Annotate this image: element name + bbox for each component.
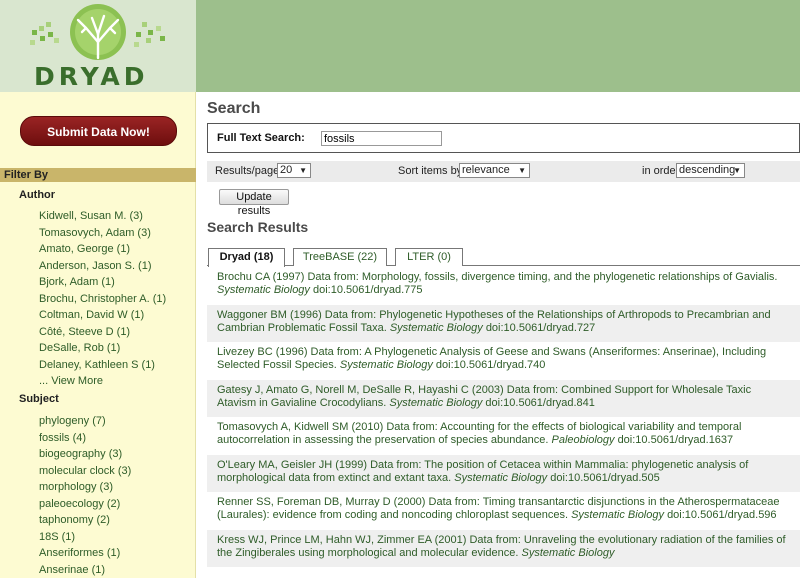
subject-facet-item[interactable]: Anseriformes (1): [39, 545, 131, 562]
logo-wordmark: DRYAD: [34, 62, 149, 91]
result-doi: doi:10.5061/dryad.727: [485, 321, 596, 334]
sort-by-select[interactable]: relevance ▼: [459, 163, 530, 178]
result-item[interactable]: Waggoner BM (1996) Data from: Phylogenet…: [207, 304, 800, 342]
results-per-page-label: Results/page: [215, 165, 280, 177]
author-facet-item[interactable]: Tomasovych, Adam (3): [39, 225, 166, 242]
search-panel: Full Text Search:: [207, 123, 800, 153]
subject-facet-heading: Subject: [19, 393, 59, 405]
order-select[interactable]: descending ▼: [676, 163, 745, 178]
subject-facet-list: phylogeny (7) fossils (4) biogeography (3)…: [39, 413, 131, 578]
result-item[interactable]: O'Leary MA, Geisler JH (1999) Data from:…: [207, 454, 800, 492]
subject-facet-item[interactable]: Anserinae (1): [39, 562, 131, 578]
subject-facet-item[interactable]: morphology (3): [39, 479, 131, 496]
subject-facet-item[interactable]: phylogeny (7): [39, 413, 131, 430]
author-facet-item[interactable]: Delaney, Kathleen S (1): [39, 357, 166, 374]
header: DRYAD: [0, 0, 800, 92]
result-doi: doi:10.5061/dryad.841: [485, 396, 595, 409]
results-per-page-value: 20: [280, 164, 293, 176]
dryad-logo[interactable]: DRYAD: [0, 0, 196, 92]
result-item[interactable]: Renner SS, Foreman DB, Murray D (2000) D…: [207, 492, 800, 530]
subject-facet-item[interactable]: fossils (4): [39, 430, 131, 447]
dropdown-arrow-icon: ▼: [299, 166, 307, 175]
result-doi: doi:10.5061/dryad.1637: [617, 434, 734, 446]
dropdown-arrow-icon: ▼: [733, 166, 741, 175]
result-journal: Systematic Biology: [339, 359, 433, 371]
result-journal: Paleobiology: [551, 434, 615, 446]
search-input[interactable]: [321, 131, 442, 146]
header-banner: [196, 0, 800, 92]
author-facet-item[interactable]: Kidwell, Susan M. (3): [39, 208, 166, 225]
author-facet-item[interactable]: ... View More: [39, 373, 166, 390]
results-tabs: Dryad (18) TreeBASE (22) LTER (0): [207, 248, 800, 267]
result-journal: Systematic Biology: [389, 321, 483, 334]
subject-facet-item[interactable]: molecular clock (3): [39, 463, 131, 480]
result-citation: Kress WJ, Prince LM, Hahn WJ, Zimmer EA …: [217, 533, 786, 559]
author-facet-item[interactable]: Côté, Steeve D (1): [39, 324, 166, 341]
filter-by-heading: Filter By: [0, 168, 196, 182]
result-journal: Systematic Biology: [571, 509, 664, 521]
result-item[interactable]: Kress WJ, Prince LM, Hahn WJ, Zimmer EA …: [207, 529, 800, 567]
sort-by-label: Sort items by: [398, 165, 463, 177]
author-facet-item[interactable]: Coltman, David W (1): [39, 307, 166, 324]
tab-dryad[interactable]: Dryad (18): [208, 248, 285, 267]
tab-treebase[interactable]: TreeBASE (22): [293, 248, 387, 266]
author-facet-item[interactable]: Amato, George (1): [39, 241, 166, 258]
author-facet-heading: Author: [19, 189, 56, 201]
author-facet-item[interactable]: Brochu, Christopher A. (1): [39, 291, 166, 308]
subject-facet-item[interactable]: 18S (1): [39, 529, 131, 546]
result-journal: Systematic Biology: [217, 284, 310, 296]
result-item[interactable]: Gatesy J, Amato G, Norell M, DeSalle R, …: [207, 379, 800, 417]
dropdown-arrow-icon: ▼: [518, 166, 526, 175]
result-journal: Systematic Biology: [389, 396, 483, 409]
result-journal: Systematic Biology: [521, 546, 615, 559]
update-results-button[interactable]: Update results: [219, 189, 289, 217]
result-item[interactable]: Tomasovych A, Kidwell SM (2010) Data fro…: [207, 417, 800, 455]
result-item[interactable]: Brochu CA (1997) Data from: Morphology, …: [207, 267, 800, 305]
order-label: in order: [642, 165, 680, 177]
page-title: Search: [207, 100, 261, 117]
result-doi: doi:10.5061/dryad.596: [667, 509, 777, 521]
author-facet-item[interactable]: DeSalle, Rob (1): [39, 340, 166, 357]
results-list: Brochu CA (1997) Data from: Morphology, …: [207, 267, 800, 567]
result-doi: doi:10.5061/dryad.775: [313, 284, 423, 296]
result-item[interactable]: Livezey BC (1996) Data from: A Phylogene…: [207, 342, 800, 380]
result-citation: Brochu CA (1997) Data from: Morphology, …: [217, 271, 778, 283]
result-journal: Systematic Biology: [454, 471, 548, 484]
order-value: descending: [679, 164, 736, 176]
search-results-heading: Search Results: [207, 219, 309, 235]
subject-facet-item[interactable]: paleoecology (2): [39, 496, 131, 513]
author-facet-item[interactable]: Bjork, Adam (1): [39, 274, 166, 291]
subject-facet-item[interactable]: taphonomy (2): [39, 512, 131, 529]
result-doi: doi:10.5061/dryad.740: [435, 359, 546, 371]
tree-logo-icon: [30, 4, 165, 60]
author-facet-item[interactable]: Anderson, Jason S. (1): [39, 258, 166, 275]
results-per-page-select[interactable]: 20 ▼: [277, 163, 311, 178]
result-doi: doi:10.5061/dryad.505: [550, 471, 660, 484]
tab-lter[interactable]: LTER (0): [395, 248, 463, 266]
sort-by-value: relevance: [462, 164, 510, 176]
author-facet-list: Kidwell, Susan M. (3) Tomasovych, Adam (3…: [39, 208, 166, 390]
sidebar: Submit Data Now! Filter By Author Kidwel…: [0, 92, 196, 578]
search-controls: Results/page 20 ▼ Sort items by relevance…: [207, 161, 800, 182]
subject-facet-item[interactable]: biogeography (3): [39, 446, 131, 463]
submit-data-button[interactable]: Submit Data Now!: [20, 116, 177, 146]
full-text-search-label: Full Text Search:: [217, 132, 305, 144]
